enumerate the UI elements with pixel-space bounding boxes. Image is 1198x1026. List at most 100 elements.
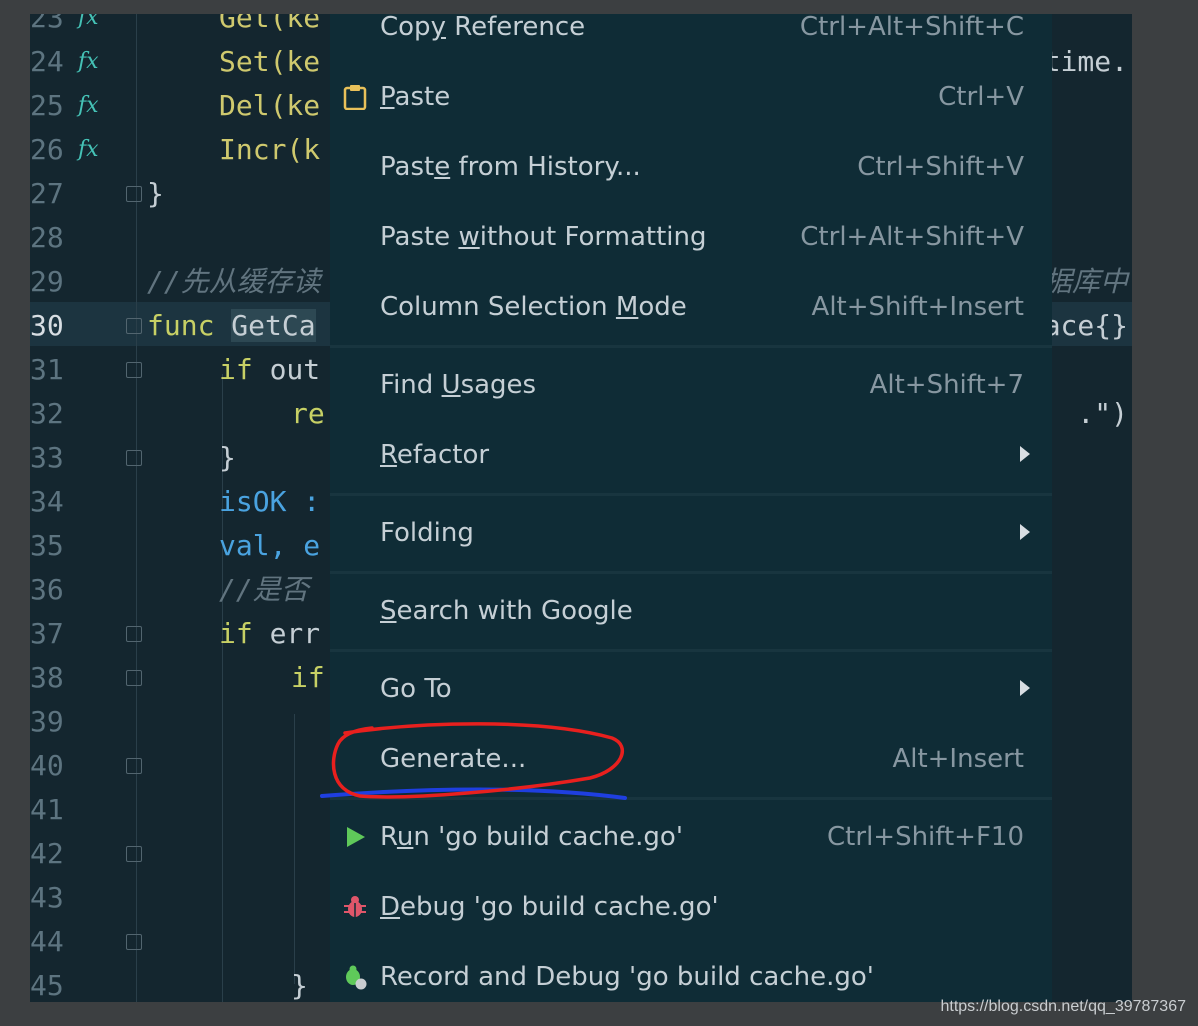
line-number: 28 — [30, 221, 64, 254]
keyword-token: if — [219, 617, 253, 650]
line-number: 33 — [30, 441, 64, 474]
menu-item-shortcut: Alt+Insert — [892, 744, 1024, 774]
menu-item-paste[interactable]: Paste Ctrl+V — [330, 62, 1052, 132]
implementation-gutter-icon[interactable]: fx — [78, 14, 106, 40]
code-token-right: 据库中 — [1043, 265, 1128, 298]
menu-item-label: Paste — [380, 82, 451, 112]
line-number: 25 — [30, 89, 64, 122]
code-text: } — [291, 964, 308, 1002]
line-number: 23 — [30, 14, 64, 34]
menu-item-folding[interactable]: Folding — [330, 498, 1052, 568]
line-number: 32 — [30, 397, 64, 430]
menu-separator — [330, 493, 1052, 496]
line-number: 31 — [30, 353, 64, 386]
code-text: } — [219, 436, 236, 480]
code-token: Get(ke — [219, 14, 321, 34]
menu-item-debug[interactable]: Debug 'go build cache.go' — [330, 872, 1052, 942]
menu-item-label: Generate... — [380, 744, 527, 774]
submenu-arrow-icon — [1020, 680, 1030, 696]
menu-item-label: Run 'go build cache.go' — [380, 822, 683, 852]
code-token: Incr(k — [219, 133, 321, 166]
code-token: out — [269, 353, 321, 386]
menu-separator — [330, 649, 1052, 652]
code-token: GetCa — [231, 309, 316, 342]
code-text: re — [291, 392, 325, 436]
line-number: 40 — [30, 749, 64, 782]
implementation-gutter-icon[interactable]: fx — [78, 84, 106, 128]
menu-item-shortcut: Alt+Shift+Insert — [811, 292, 1024, 322]
fold-marker-icon[interactable] — [126, 186, 142, 202]
watermark: https://blog.csdn.net/qq_39787367 — [940, 998, 1186, 1015]
menu-item-column-selection-mode[interactable]: Column Selection Mode Alt+Shift+Insert — [330, 272, 1052, 342]
line-number: 26 — [30, 133, 64, 166]
code-token: err — [269, 617, 321, 650]
line-number: 29 — [30, 265, 64, 298]
code-token: val, e — [219, 529, 321, 562]
code-token: isOK : — [219, 485, 321, 518]
fold-marker-icon[interactable] — [126, 626, 142, 642]
menu-item-label: Paste without Formatting — [380, 222, 707, 252]
menu-separator — [330, 345, 1052, 348]
line-number: 35 — [30, 529, 64, 562]
menu-item-generate[interactable]: Generate... Alt+Insert — [330, 724, 1052, 794]
menu-item-copy-reference[interactable]: Copy Reference Ctrl+Alt+Shift+C — [330, 0, 1052, 62]
fold-marker-icon[interactable] — [126, 450, 142, 466]
line-number: 24 — [30, 45, 64, 78]
line-number: 45 — [30, 969, 64, 1002]
code-text: Incr(k — [219, 128, 320, 172]
menu-item-label: Search with Google — [380, 596, 633, 626]
code-text: if out — [219, 348, 320, 392]
code-text: //是否 — [219, 568, 309, 612]
implementation-gutter-icon[interactable]: fx — [78, 128, 106, 172]
menu-item-refactor[interactable]: Refactor — [330, 420, 1052, 490]
menu-item-label: Column Selection Mode — [380, 292, 687, 322]
code-text: } — [147, 172, 164, 216]
fold-marker-icon[interactable] — [126, 362, 142, 378]
fold-marker-icon[interactable] — [126, 318, 142, 334]
code-text: val, e — [219, 524, 320, 568]
keyword-token: func — [147, 309, 215, 342]
code-token: Set(ke — [219, 45, 321, 78]
menu-item-shortcut: Alt+Shift+7 — [869, 370, 1024, 400]
line-number: 30 — [30, 309, 64, 342]
line-number: 36 — [30, 573, 64, 606]
code-token: } — [219, 441, 236, 474]
fold-marker-icon[interactable] — [126, 758, 142, 774]
line-number: 27 — [30, 177, 64, 210]
menu-separator — [330, 797, 1052, 800]
menu-item-paste-without-formatting[interactable]: Paste without Formatting Ctrl+Alt+Shift+… — [330, 202, 1052, 272]
menu-item-find-usages[interactable]: Find Usages Alt+Shift+7 — [330, 350, 1052, 420]
menu-item-search-with-google[interactable]: Search with Google — [330, 576, 1052, 646]
submenu-arrow-icon — [1020, 446, 1030, 462]
submenu-arrow-icon — [1020, 524, 1030, 540]
fold-marker-icon[interactable] — [126, 934, 142, 950]
code-text: isOK : — [219, 480, 320, 524]
record-debug-icon — [346, 965, 367, 990]
line-number: 38 — [30, 661, 64, 694]
code-token: re — [291, 397, 325, 430]
menu-item-go-to[interactable]: Go To — [330, 654, 1052, 724]
menu-item-run[interactable]: Run 'go build cache.go' Ctrl+Shift+F10 — [330, 802, 1052, 872]
menu-item-shortcut: Ctrl+V — [938, 82, 1024, 112]
fold-marker-icon[interactable] — [126, 670, 142, 686]
menu-item-paste-from-history[interactable]: Paste from History... Ctrl+Shift+V — [330, 132, 1052, 202]
keyword-token: if — [291, 661, 325, 694]
fold-marker-icon[interactable] — [126, 846, 142, 862]
menu-item-label: Copy Reference — [380, 12, 586, 42]
code-token: //先从缓存读 — [147, 265, 321, 298]
implementation-gutter-icon[interactable]: fx — [78, 40, 106, 84]
code-text: Del(ke — [219, 84, 320, 128]
code-text: if err — [219, 612, 320, 656]
debug-icon — [344, 896, 366, 917]
menu-item-label: Paste from History... — [380, 152, 641, 182]
code-text: Set(ke — [219, 40, 320, 84]
line-number: 41 — [30, 793, 64, 826]
code-text: func GetCa — [147, 304, 316, 348]
code-token-right: time. — [1043, 45, 1128, 78]
menu-item-label: Debug 'go build cache.go' — [380, 892, 719, 922]
menu-item-label: Record and Debug 'go build cache.go' — [380, 962, 874, 992]
code-text: //先从缓存读 — [147, 260, 321, 304]
menu-item-label: Refactor — [380, 440, 490, 470]
menu-item-shortcut: Ctrl+Shift+F10 — [827, 822, 1024, 852]
keyword-token: if — [219, 353, 253, 386]
